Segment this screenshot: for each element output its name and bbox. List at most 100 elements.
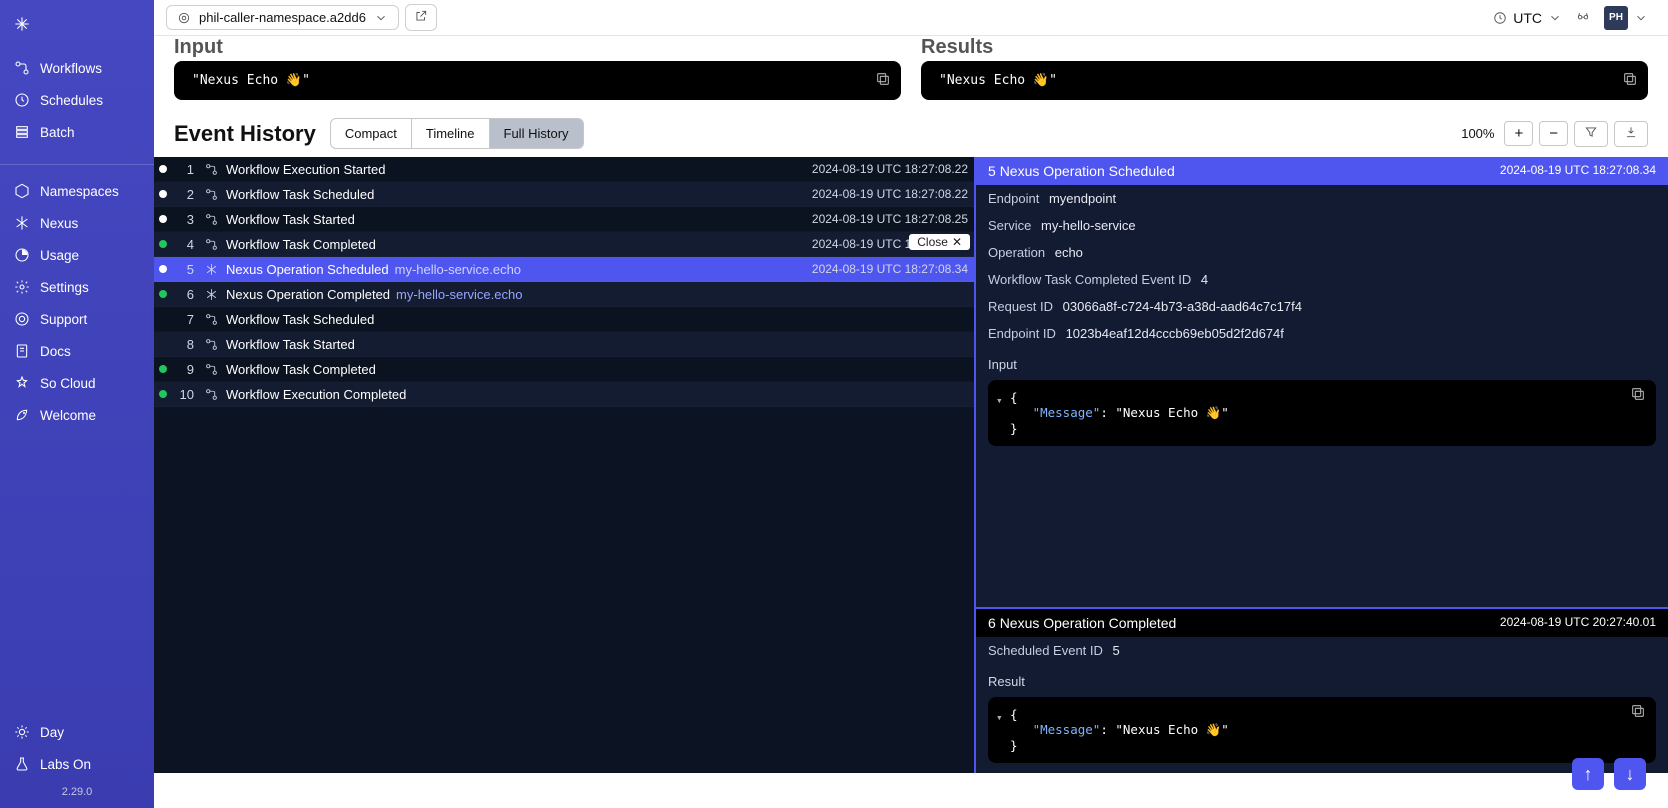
detail-5-num: 5 — [988, 163, 996, 179]
status-dot-icon — [159, 240, 167, 248]
sidebar-item-usage[interactable]: Usage — [0, 239, 154, 271]
event-row[interactable]: 2Workflow Task Scheduled2024-08-19 UTC 1… — [154, 182, 974, 207]
sidebar-item-namespaces[interactable]: Namespaces — [0, 175, 154, 207]
event-name: Workflow Task Completed — [220, 362, 376, 377]
download-button[interactable] — [1614, 121, 1648, 147]
scroll-nav: ↑ ↓ — [1572, 758, 1646, 790]
field-value: 5 — [1113, 643, 1120, 658]
sidebar-item-batch[interactable]: Batch — [0, 116, 154, 148]
timezone-selector[interactable]: UTC — [1493, 10, 1562, 26]
target-icon — [177, 11, 191, 25]
detail-5-input-json: ▾ { "Message": "Nexus Echo 👋"} — [988, 380, 1656, 446]
event-row[interactable]: 6Nexus Operation Completedmy-hello-servi… — [154, 282, 974, 307]
sidebar-item-workflows[interactable]: Workflows — [0, 52, 154, 84]
event-row[interactable]: 5 Nexus Operation Scheduledmy-hello-servi… — [154, 257, 974, 282]
feedback-button[interactable] — [1576, 9, 1590, 26]
detail-5-fields: Endpoint myendpointService my-hello-serv… — [976, 185, 1668, 347]
detail-5-title: Nexus Operation Scheduled — [1000, 163, 1175, 179]
sidebar-item-cloud[interactable]: So Cloud — [0, 367, 154, 399]
sun-icon — [14, 724, 30, 740]
event-list: Close ✕ 1Workflow Execution Started2024-… — [154, 157, 974, 773]
namespaces-icon — [14, 183, 30, 199]
sidebar-item-label: Day — [40, 725, 64, 740]
temporal-logo-icon — [14, 16, 30, 32]
scroll-down-button[interactable]: ↓ — [1614, 758, 1646, 790]
namespace-selector[interactable]: phil-caller-namespace.a2dd6 — [166, 5, 399, 30]
event-row[interactable]: 3Workflow Task Started2024-08-19 UTC 18:… — [154, 207, 974, 232]
nav-footer: Day Labs On — [0, 716, 154, 780]
detail-6-timestamp: 2024-08-19 UTC 20:27:40.01 — [1500, 615, 1656, 631]
sidebar-item-theme[interactable]: Day — [0, 716, 154, 748]
event-timestamp: 2024-08-19 UTC 18:27:08.22 — [812, 162, 974, 176]
schedules-icon — [14, 92, 30, 108]
copy-results-button[interactable] — [1622, 71, 1638, 91]
input-value: "Nexus Echo 👋" — [192, 73, 310, 88]
event-row[interactable]: 7Workflow Task Scheduled — [154, 307, 974, 332]
external-link-icon — [414, 9, 428, 23]
event-row[interactable]: 1Workflow Execution Started2024-08-19 UT… — [154, 157, 974, 182]
workflow-icon — [202, 338, 220, 351]
tab-compact[interactable]: Compact — [331, 119, 412, 148]
input-results-row: Input "Nexus Echo 👋" Results "Nexus Echo… — [154, 36, 1668, 114]
event-row[interactable]: 9Workflow Task Completed — [154, 357, 974, 382]
sidebar-item-label: Labs On — [40, 757, 91, 772]
event-row[interactable]: 8Workflow Task Started — [154, 332, 974, 357]
sidebar-item-label: Nexus — [40, 216, 78, 231]
status-dot-icon — [159, 365, 167, 373]
app-logo[interactable] — [0, 10, 154, 52]
sidebar-item-labs[interactable]: Labs On — [0, 748, 154, 780]
nexus-icon — [202, 288, 220, 301]
zoom-in-button[interactable]: + — [1504, 121, 1533, 146]
copy-json-button[interactable] — [1630, 703, 1646, 722]
close-detail-button[interactable]: Close ✕ — [909, 234, 970, 250]
detail-6-header[interactable]: 6 Nexus Operation Completed 2024-08-19 U… — [976, 609, 1668, 637]
detail-6-title: Nexus Operation Completed — [1000, 615, 1177, 631]
event-timestamp: 2024-08-19 UTC 18:27:08.34 — [812, 262, 974, 276]
event-target: my-hello-service.echo — [389, 262, 521, 277]
avatar: PH — [1604, 6, 1628, 30]
sidebar-item-nexus[interactable]: Nexus — [0, 207, 154, 239]
event-timestamp: 2024-08-19 UTC 18:27:08.22 — [812, 187, 974, 201]
sidebar-item-schedules[interactable]: Schedules — [0, 84, 154, 116]
tab-timeline[interactable]: Timeline — [412, 119, 490, 148]
event-number: 3 — [172, 212, 202, 227]
sidebar-item-support[interactable]: Support — [0, 303, 154, 335]
sidebar-item-label: Docs — [40, 344, 71, 359]
field-value: 1023b4eaf12d4cccb69eb05d2f2d674f — [1066, 326, 1284, 341]
filter-button[interactable] — [1574, 121, 1608, 147]
copy-json-button[interactable] — [1630, 386, 1646, 405]
sidebar-item-welcome[interactable]: Welcome — [0, 399, 154, 431]
open-external-button[interactable] — [405, 4, 437, 31]
detail-5-header[interactable]: 5 Nexus Operation Scheduled 2024-08-19 U… — [976, 157, 1668, 185]
caret-down-icon[interactable]: ▾ — [996, 394, 1003, 407]
event-number: 5 — [172, 262, 202, 277]
sidebar-item-settings[interactable]: Settings — [0, 271, 154, 303]
zoom-out-button[interactable]: − — [1539, 121, 1568, 146]
event-detail-pane: 5 Nexus Operation Scheduled 2024-08-19 U… — [974, 157, 1668, 773]
main-content: phil-caller-namespace.a2dd6 UTC PH — [154, 0, 1668, 808]
tab-full-history[interactable]: Full History — [490, 119, 583, 148]
detail-field: Service my-hello-service — [976, 212, 1668, 239]
caret-down-icon[interactable]: ▾ — [996, 711, 1003, 724]
event-name: Workflow Execution Completed — [220, 387, 406, 402]
detail-6-result-json: ▾ { "Message": "Nexus Echo 👋"} — [988, 697, 1656, 763]
rocket-icon — [14, 407, 30, 423]
copy-icon — [1630, 386, 1646, 402]
workflow-icon — [202, 163, 220, 176]
scroll-up-button[interactable]: ↑ — [1572, 758, 1604, 790]
sidebar: Workflows Schedules Batch Namespaces Nex… — [0, 0, 154, 808]
user-menu[interactable]: PH — [1604, 6, 1648, 30]
input-section-label: Input — [174, 36, 901, 61]
usage-icon — [14, 247, 30, 263]
copy-input-button[interactable] — [875, 71, 891, 91]
sidebar-item-docs[interactable]: Docs — [0, 335, 154, 367]
sidebar-item-label: Support — [40, 312, 87, 327]
workflow-icon — [202, 363, 220, 376]
event-name: Nexus Operation Scheduled — [220, 262, 389, 277]
view-mode-segmented: Compact Timeline Full History — [330, 118, 584, 149]
field-value: echo — [1055, 245, 1083, 260]
version-label: 2.29.0 — [0, 780, 154, 808]
event-row[interactable]: 4Workflow Task Completed2024-08-19 UTC 1… — [154, 232, 974, 257]
sidebar-item-label: Workflows — [40, 61, 102, 76]
event-row[interactable]: 10Workflow Execution Completed — [154, 382, 974, 407]
